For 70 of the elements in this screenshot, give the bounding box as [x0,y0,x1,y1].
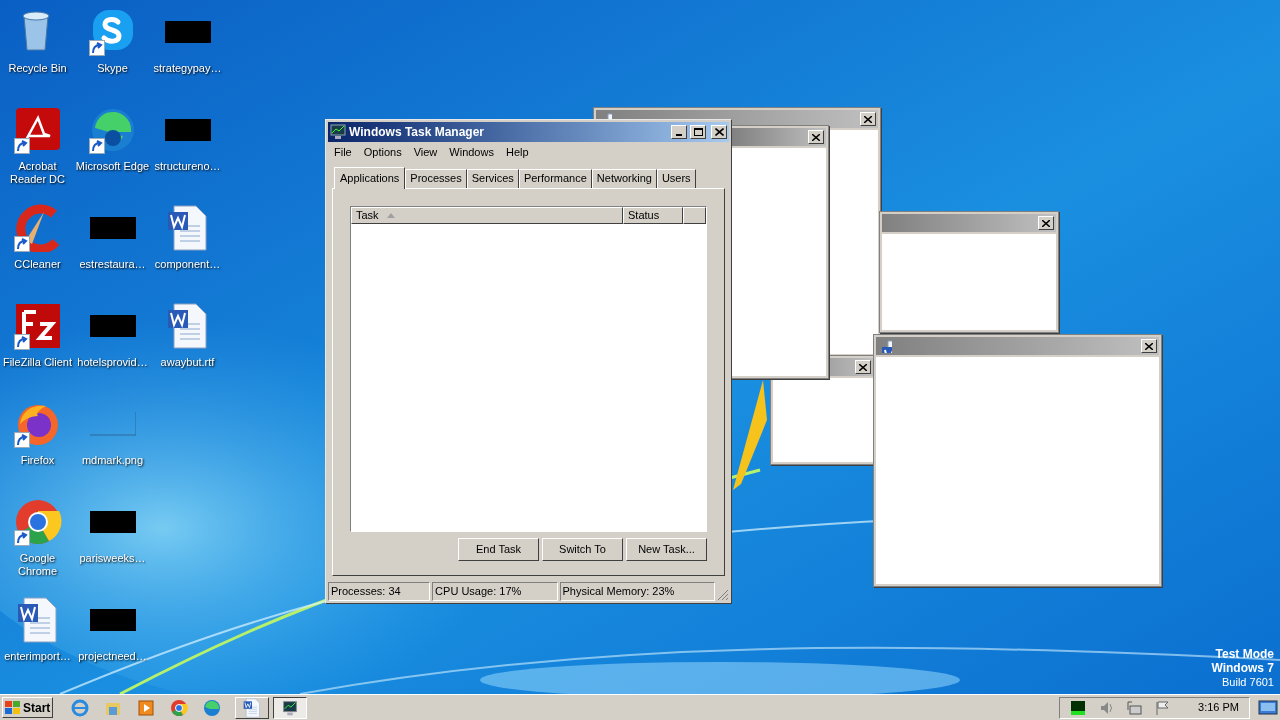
status-field: Physical Memory: 23% [559,582,715,601]
chrome-icon [170,698,189,717]
desktop-icon-label[interactable]: estrestaura… [79,258,146,271]
desktop-icon-label[interactable]: structureno… [154,160,221,173]
flag-icon [1154,699,1171,716]
tab[interactable]: Services [466,168,519,188]
cpu-meter-icon [1070,699,1087,716]
desktop-icon-label[interactable]: enterimport… [4,650,71,663]
close-icon [1145,342,1153,350]
sort-up-icon [386,212,395,218]
show-desktop-icon [1258,699,1278,716]
tab[interactable]: Applications [334,166,406,189]
desktop-icon-label[interactable]: Skype [97,62,128,75]
close-button[interactable] [855,360,871,374]
os-notice-text: Windows 7 [1211,661,1274,675]
monitor-icon [330,123,346,140]
desktop-icon-label[interactable]: Microsoft Edge [75,160,150,173]
taskbar-button[interactable] [273,696,308,719]
os-notice-text: Build 7601 [1222,675,1274,689]
column-header-label: Status [628,207,660,223]
action-button[interactable]: Switch To [542,537,623,561]
action-button[interactable]: End Task [458,537,539,561]
start-button[interactable]: Start [2,697,54,718]
play-icon [137,698,156,717]
close-icon [812,133,820,141]
swirl-icon [203,698,222,717]
menu-item[interactable]: Windows [444,143,499,161]
close-button[interactable] [1038,216,1054,230]
desktop-icon-label[interactable]: strategypay… [153,62,222,75]
action-button[interactable]: New Task... [626,537,707,561]
menu-item[interactable]: Options [358,143,407,161]
column-header-label: Task [356,207,379,223]
status-field: CPU Usage: 17% [432,582,558,601]
desktop-icon-label[interactable]: CCleaner [14,258,61,271]
close-button[interactable] [808,130,824,144]
maximize-icon [693,127,703,136]
browser-e-icon [71,698,90,717]
close-icon [859,363,867,371]
close-button[interactable] [711,124,727,139]
resize-grip-icon [717,589,729,601]
window-title: Windows Task Manager [349,123,486,141]
menu-item[interactable]: File [329,143,357,161]
network-icon [1126,699,1143,716]
clock[interactable]: 3:16 PM [1198,699,1239,716]
desktop-icon-label[interactable]: Recycle Bin [8,62,67,75]
desktop-icon-label[interactable]: Acrobat Reader DC [0,160,75,186]
close-button[interactable] [860,112,876,126]
minimize-icon [676,133,682,136]
close-icon [864,115,872,123]
close-button[interactable] [1141,339,1157,353]
maximize-button[interactable] [690,124,706,139]
close-icon [1042,219,1050,227]
desktop-icon-label[interactable]: hotelsprovid… [77,356,148,369]
menu-item[interactable]: View [408,143,443,161]
desktop-icon-label[interactable]: FileZilla Client [2,356,73,369]
close-icon [714,127,724,136]
menu-item[interactable]: Help [500,143,534,161]
tab[interactable]: Performance [518,168,592,188]
desktop-icon-label[interactable]: component… [154,258,221,271]
brush-c-icon [13,204,62,252]
windows-flag-icon [5,700,21,715]
column-header[interactable]: Status [623,206,683,224]
desktop-icon-label[interactable]: awaybut.rtf [160,356,215,369]
status-field: Processes: 34 [328,582,431,601]
tab[interactable]: Processes [405,168,467,188]
os-notice-text: Test Mode [1215,647,1274,661]
tab[interactable]: Networking [591,168,657,188]
tab[interactable]: Users [656,168,696,188]
column-header[interactable]: Task [351,206,623,224]
minimize-button[interactable] [671,124,687,139]
